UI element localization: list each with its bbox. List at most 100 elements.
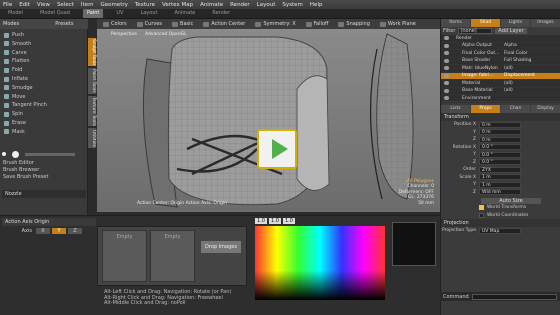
drop-images-area[interactable]: Drop Images — [201, 241, 241, 253]
viewport-btn-symmetry-x[interactable]: Symmetry: X — [255, 21, 296, 27]
shader-tree-row[interactable]: Base Shader Full Shading — [441, 58, 560, 65]
axis-y-button[interactable]: Y — [52, 228, 66, 234]
rotation-z-field[interactable]: 0.0 ° — [479, 159, 521, 166]
menu-item-system[interactable]: System — [282, 2, 303, 8]
tab-images[interactable]: Images — [531, 19, 560, 27]
brush-large-icon[interactable] — [12, 150, 19, 158]
shader-tree-row[interactable]: Render — [441, 35, 560, 43]
menu-item-texture[interactable]: Texture — [135, 2, 155, 8]
shader-tree-row[interactable]: Matr: blueNylon (all) — [441, 65, 560, 73]
world-coordinates-checkbox[interactable] — [479, 212, 484, 218]
world-transforms-checkbox[interactable] — [479, 205, 484, 211]
tool-push[interactable]: Push — [4, 31, 82, 39]
tab-sculpt-tools[interactable]: Sculpt Tools — [88, 38, 96, 66]
tab-lists[interactable]: Lists — [441, 105, 470, 113]
menu-item-edit[interactable]: Edit — [19, 2, 30, 8]
projection-type-select[interactable]: UV Map — [479, 227, 521, 234]
visibility-eye-icon[interactable] — [444, 96, 449, 101]
tool-carve[interactable]: Carve — [4, 49, 82, 57]
visibility-eye-icon[interactable] — [444, 58, 449, 63]
menu-item-layout[interactable]: Layout — [257, 2, 276, 8]
tool-mask[interactable]: Mask — [4, 128, 82, 136]
color-b-field[interactable]: 1.0 — [283, 218, 295, 224]
tool-spin[interactable]: Spin — [4, 110, 82, 118]
visibility-eye-icon[interactable] — [444, 81, 449, 86]
tab-model-quad[interactable]: Model Quad — [36, 9, 74, 18]
menu-item-vertex-map[interactable]: Vertex Map — [162, 2, 193, 8]
filter-select[interactable]: (none) — [458, 28, 493, 34]
tool-move[interactable]: Move — [4, 93, 82, 101]
shader-tree-row[interactable]: Environment — [441, 95, 560, 103]
menu-item-render[interactable]: Render — [230, 2, 250, 8]
presets-button[interactable]: Presets — [55, 21, 73, 27]
rotation-x-field[interactable]: 0.0 ° — [479, 144, 521, 151]
tool-smudge[interactable]: Smudge — [4, 84, 82, 92]
3d-viewport[interactable]: Perspective Advanced OpenGL Action Cente… — [97, 29, 440, 212]
tab-layout[interactable]: Layout — [136, 9, 161, 18]
brush-small-icon[interactable] — [2, 152, 6, 156]
viewport-btn-colors[interactable]: Colors — [103, 21, 127, 27]
tab-texture-tools[interactable]: Texture Tools — [88, 96, 96, 126]
color-picker[interactable] — [255, 226, 385, 300]
brush-menu-item[interactable]: Save Brush Preset — [3, 174, 48, 180]
menu-item-animate[interactable]: Animate — [200, 2, 223, 8]
tab-paint[interactable]: Paint — [82, 9, 104, 18]
color-r-field[interactable]: 1.0 — [255, 218, 267, 224]
position-y-field[interactable]: 0 m — [479, 129, 521, 136]
visibility-eye-icon[interactable] — [444, 88, 449, 93]
tab-animate[interactable]: Animate — [170, 9, 199, 18]
tab-items[interactable]: Items — [441, 19, 470, 27]
menu-item-item[interactable]: Item — [81, 2, 94, 8]
brush-menu-item[interactable]: Brush Editor — [3, 160, 34, 166]
color-preview-swatch[interactable] — [392, 222, 436, 266]
tab-render[interactable]: Render — [208, 9, 234, 18]
tool-flatten[interactable]: Flatten — [4, 57, 82, 65]
viewport-btn-basic[interactable]: Basic — [172, 21, 193, 27]
menu-item-help[interactable]: Help — [310, 2, 323, 8]
tab-shad[interactable]: Shad — [471, 19, 500, 27]
tab-lights[interactable]: Lights — [501, 19, 530, 27]
shader-tree-row[interactable]: Final Color Out... Final Color — [441, 50, 560, 58]
rotation-y-field[interactable]: 0.0 ° — [479, 151, 521, 158]
tool-erase[interactable]: Erase — [4, 119, 82, 127]
tab-uv[interactable]: UV — [112, 9, 127, 18]
menu-item-select[interactable]: Select — [57, 2, 74, 8]
visibility-eye-icon[interactable] — [444, 36, 449, 41]
add-layer-button[interactable]: Add Layer — [495, 28, 527, 34]
tool-smooth[interactable]: Smooth — [4, 40, 82, 48]
tool-inflate[interactable]: Inflate — [4, 75, 82, 83]
tab-props[interactable]: Props — [471, 105, 500, 113]
tab-display[interactable]: Display — [531, 105, 560, 113]
play-button[interactable] — [257, 129, 297, 169]
tab-model[interactable]: Model — [4, 9, 27, 18]
viewport-btn-falloff[interactable]: Falloff — [305, 21, 328, 27]
visibility-eye-icon[interactable] — [444, 51, 449, 56]
viewport-btn-work-plane[interactable]: Work Plane — [379, 21, 416, 27]
shader-tree-row[interactable]: Alpha Output Alpha — [441, 43, 560, 50]
menu-item-view[interactable]: View — [37, 2, 50, 8]
tab-chan[interactable]: Chan — [501, 105, 530, 113]
scale-z-field[interactable]: Wld mm — [479, 189, 521, 196]
tool-fold[interactable]: Fold — [4, 66, 82, 74]
menu-item-geometry[interactable]: Geometry — [100, 2, 127, 8]
axis-z-button[interactable]: Z — [68, 228, 82, 234]
viewport-btn-curves[interactable]: Curves — [136, 21, 162, 27]
brush-menu-item[interactable]: Brush Browser — [3, 167, 39, 173]
modes-button[interactable]: Modes — [3, 21, 19, 27]
tab-utilities[interactable]: Utilities — [88, 128, 96, 148]
shader-tree-row[interactable]: Image: fabri... Displacement — [441, 72, 560, 80]
order-select[interactable]: ZYX — [479, 166, 521, 173]
scale-y-field[interactable]: 1 m — [479, 181, 521, 188]
tab-paint-tools[interactable]: Paint Tools — [88, 68, 96, 94]
position-z-field[interactable]: 0 m — [479, 136, 521, 143]
command-input[interactable] — [471, 293, 557, 300]
shader-tree-row[interactable]: Material (all) — [441, 80, 560, 88]
image-slot[interactable]: Empty — [150, 230, 195, 282]
viewport-btn-snapping[interactable]: Snapping — [338, 21, 370, 27]
image-slot[interactable]: Empty — [102, 230, 147, 282]
viewport-btn-action-center[interactable]: Action Center — [203, 21, 245, 27]
axis-x-button[interactable]: X — [36, 228, 50, 234]
menu-item-file[interactable]: File — [3, 2, 12, 8]
tool-tangent-pinch[interactable]: Tangent Pinch — [4, 101, 82, 109]
nozzle-button[interactable]: Nozzle — [2, 190, 86, 198]
